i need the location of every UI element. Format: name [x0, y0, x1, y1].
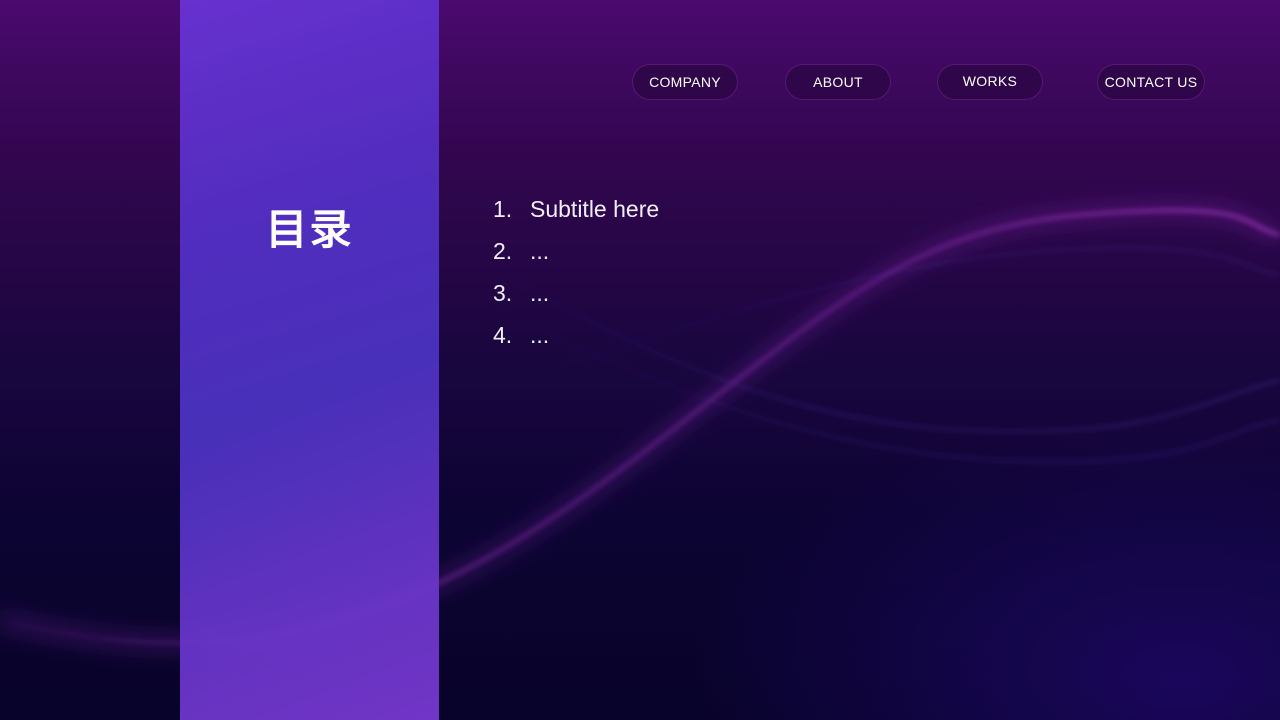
toc-item-number: 3. [493, 280, 513, 306]
nav-company[interactable]: COMPANY [632, 64, 738, 100]
toc-item-text: ... [530, 280, 550, 306]
toc-item-text: ... [530, 322, 550, 348]
toc-item: 3. ... [493, 280, 659, 322]
toc-item: 4. ... [493, 322, 659, 364]
toc-item: 1. Subtitle here [493, 196, 659, 238]
toc-title: 目录 [265, 205, 354, 254]
toc-item-number: 1. [493, 196, 513, 222]
nav-works[interactable]: WORKS [937, 64, 1043, 100]
toc-list: 1. Subtitle here 2. ... 3. ... 4. ... [493, 196, 659, 364]
toc-item-number: 4. [493, 322, 513, 348]
toc-item-text: ... [530, 238, 550, 264]
slide-canvas: 目录 COMPANY ABOUT WORKS CONTACT US 1. Sub… [0, 0, 1280, 720]
top-nav: COMPANY ABOUT WORKS CONTACT US [0, 64, 1280, 100]
toc-item: 2. ... [493, 238, 659, 280]
toc-item-text: Subtitle here [530, 196, 660, 222]
toc-item-number: 2. [493, 238, 513, 264]
nav-about[interactable]: ABOUT [785, 64, 891, 100]
nav-contact-us[interactable]: CONTACT US [1097, 64, 1205, 100]
sidebar-panel [180, 0, 439, 720]
